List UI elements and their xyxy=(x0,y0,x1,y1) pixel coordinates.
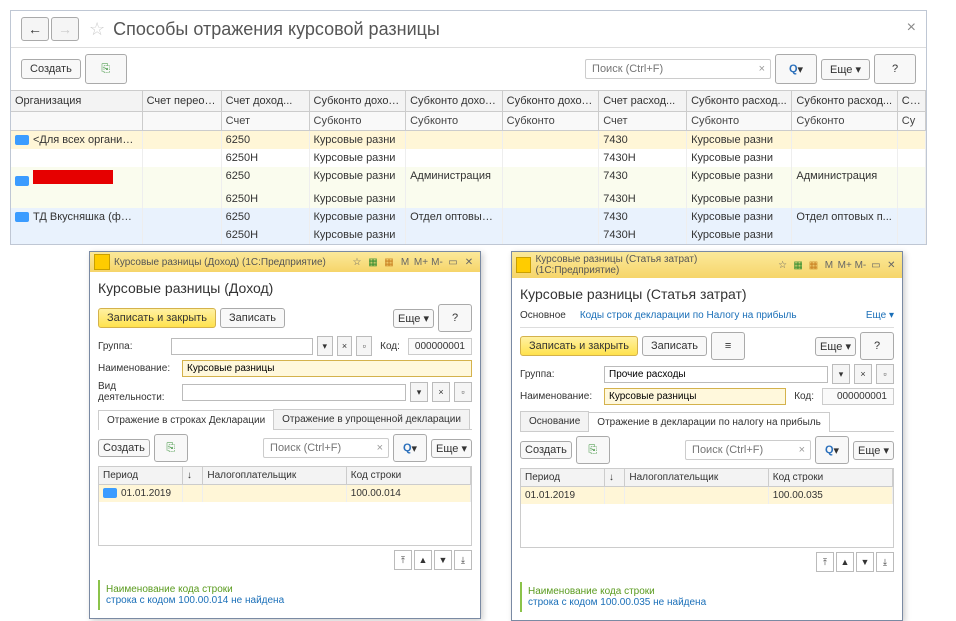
table-row[interactable]: 6250НКурсовые разни7430НКурсовые разни xyxy=(11,190,926,208)
list-button[interactable]: ≡ xyxy=(711,332,745,360)
help-button[interactable]: ? xyxy=(874,54,916,84)
dlg-min-icon[interactable]: ▭ xyxy=(446,255,460,269)
tab-profit-declaration[interactable]: Отражение в декларации по налогу на приб… xyxy=(588,412,830,432)
table-row[interactable]: 6250Курсовые разниАдминистрация7430Курсо… xyxy=(11,167,926,190)
nav-up-icon[interactable]: ▲ xyxy=(414,550,432,570)
dlg-calc-icon[interactable]: ▦ xyxy=(366,255,380,269)
dialog-income-titlebar[interactable]: Курсовые разницы (Доход) (1С:Предприятие… xyxy=(90,252,480,272)
dlg-fav-icon[interactable]: ☆ xyxy=(350,255,364,269)
save-button[interactable]: Записать xyxy=(642,336,707,356)
dlg-date-icon[interactable]: ▦ xyxy=(382,255,396,269)
table-row[interactable]: ТД Вкусняшка (филиал "ТД ...6250Курсовые… xyxy=(11,208,926,226)
more-button[interactable]: Еще ▾ xyxy=(821,59,870,80)
tab-simplified[interactable]: Отражение в упрощенной декларации xyxy=(273,409,470,429)
dialog-expense-titlebar[interactable]: Курсовые разницы (Статья затрат) (1С:Пре… xyxy=(512,252,902,278)
group-input[interactable] xyxy=(171,338,313,355)
more-button[interactable]: Еще ▾ xyxy=(393,309,434,328)
tab-declaration[interactable]: Отражение в строках Декларации xyxy=(98,410,274,430)
save-button[interactable]: Записать xyxy=(220,308,285,328)
favorite-icon[interactable]: ☆ xyxy=(89,19,105,40)
app-icon xyxy=(94,254,110,270)
clear-search-icon[interactable]: × xyxy=(759,63,765,75)
nav-main[interactable]: Основное xyxy=(520,310,566,321)
activity-input[interactable] xyxy=(182,384,406,401)
group-input[interactable] xyxy=(604,366,828,383)
code-value: 000000001 xyxy=(408,338,472,355)
titlebar: ← → ☆ Способы отражения курсовой разницы… xyxy=(11,11,926,48)
close-icon[interactable]: × xyxy=(907,19,916,37)
col-reval[interactable]: Счет переоценки xyxy=(143,91,222,112)
inner-create-button[interactable]: Создать xyxy=(520,441,572,459)
dlg-min-icon[interactable]: ▭ xyxy=(869,258,882,272)
inner-search-input[interactable] xyxy=(263,438,389,458)
app-icon xyxy=(516,257,531,273)
dialog-expense-heading: Курсовые разницы (Статья затрат) xyxy=(520,286,894,302)
nav-link-codes[interactable]: Коды строк декларации по Налогу на прибы… xyxy=(580,310,797,321)
name-input[interactable] xyxy=(604,388,786,405)
col-org[interactable]: Организация xyxy=(11,91,143,112)
dlg-close-icon[interactable]: ✕ xyxy=(462,255,476,269)
dialog-income-heading: Курсовые разницы (Доход) xyxy=(98,280,472,296)
search-input[interactable] xyxy=(585,59,771,79)
table-row[interactable]: <Для всех организаций>6250Курсовые разни… xyxy=(11,131,926,149)
dlg-close-icon[interactable]: ✕ xyxy=(885,258,898,272)
table-row[interactable]: 6250НКурсовые разни7430НКурсовые разни xyxy=(11,149,926,167)
footnote: Наименование кода строки строка с кодом … xyxy=(520,582,894,612)
nav-down-icon[interactable]: ▼ xyxy=(434,550,452,570)
nav-last-icon[interactable]: ⤓ xyxy=(454,550,472,570)
tab-basis[interactable]: Основание xyxy=(520,411,589,431)
inner-copy-button[interactable]: ⎘ xyxy=(154,434,188,462)
help-button[interactable]: ? xyxy=(438,304,472,332)
inner-search-input[interactable] xyxy=(685,440,811,460)
main-window: ← → ☆ Способы отражения курсовой разницы… xyxy=(10,10,927,245)
code-value: 000000001 xyxy=(822,388,894,405)
more-link[interactable]: Еще ▾ xyxy=(866,310,894,321)
table-row[interactable]: 01.01.2019 100.00.035 xyxy=(521,487,893,504)
create-button[interactable]: Создать xyxy=(21,59,81,79)
row-icon xyxy=(103,488,117,498)
table-row[interactable]: 6250НКурсовые разни7430НКурсовые разни xyxy=(11,226,926,244)
save-close-button[interactable]: Записать и закрыть xyxy=(520,336,638,356)
copy-button[interactable]: ⎘ xyxy=(85,54,127,84)
dialog-expense: Курсовые разницы (Статья затрат) (1С:Пре… xyxy=(511,251,903,621)
page-title: Способы отражения курсовой разницы xyxy=(113,19,440,40)
forward-button[interactable]: → xyxy=(51,17,79,41)
inner-create-button[interactable]: Создать xyxy=(98,439,150,457)
main-table: Организация Счет переоценки Счет доход..… xyxy=(11,90,926,244)
dialog-income: Курсовые разницы (Доход) (1С:Предприятие… xyxy=(89,251,481,619)
save-close-button[interactable]: Записать и закрыть xyxy=(98,308,216,328)
table-row[interactable]: 01.01.2019 100.00.014 xyxy=(99,485,471,502)
name-input[interactable] xyxy=(182,360,472,377)
search-button[interactable]: Q ▾ xyxy=(775,54,817,84)
back-button[interactable]: ← xyxy=(21,17,49,41)
main-toolbar: Создать ⎘ × Q ▾ Еще ▾ ? xyxy=(11,48,926,90)
footnote: Наименование кода строки строка с кодом … xyxy=(98,580,472,610)
nav-first-icon[interactable]: ⤒ xyxy=(394,550,412,570)
